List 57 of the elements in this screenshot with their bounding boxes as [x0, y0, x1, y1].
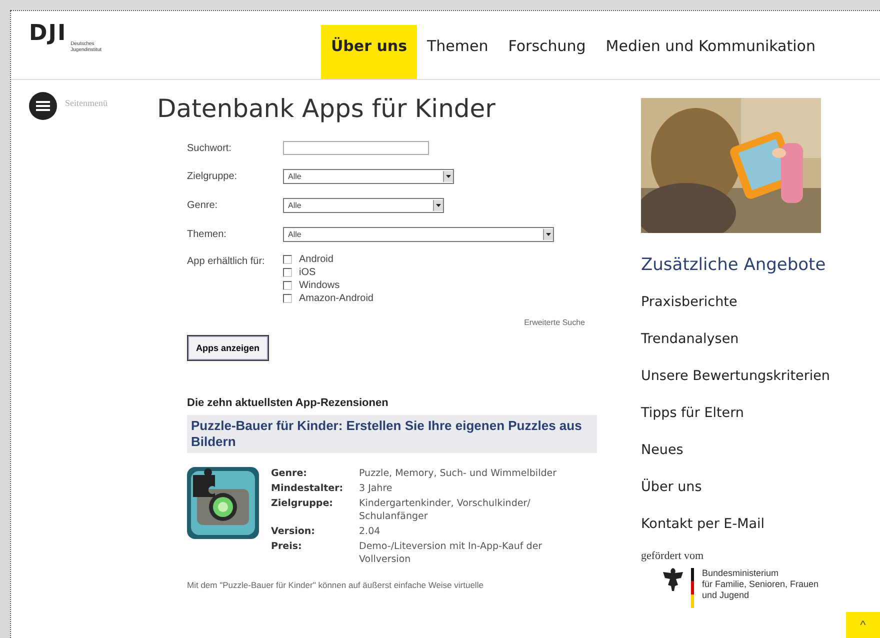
dropdown-arrow-icon	[436, 204, 441, 207]
meta-value: 3 Jahre	[359, 482, 394, 495]
search-field[interactable]	[283, 141, 429, 155]
meta-value: 2.04	[359, 525, 382, 538]
sidebar-heading: Zusätzliche Angebote	[641, 255, 827, 275]
advanced-search-link[interactable]: Erweiterte Suche	[524, 318, 585, 327]
checkbox[interactable]	[283, 294, 292, 303]
meta-value: Demo-/Liteversion mit In-App-Kauf der Vollversion	[359, 540, 544, 566]
meta-label: Preis:	[271, 540, 303, 554]
checkbox[interactable]	[283, 281, 292, 290]
checkbox-label: iOS	[299, 267, 316, 278]
back-to-top-button[interactable]: ^	[846, 612, 880, 638]
meta-value: Kindergartenkinder, Vorschulkinder/ Schulanfänger	[359, 497, 532, 523]
nav-link[interactable]: Themen	[417, 25, 498, 79]
camera-icon	[187, 467, 259, 539]
dropdown-arrow-icon	[446, 175, 451, 178]
checkbox[interactable]	[283, 255, 292, 264]
nav-link[interactable]: Über uns	[321, 25, 417, 79]
field-label: App erhältlich für:	[187, 256, 266, 267]
sidebar-link[interactable]: Praxisberichte	[641, 292, 830, 312]
sidebar-link[interactable]: Kontakt per E-Mail	[641, 514, 830, 534]
funding-label: gefördert vom	[641, 550, 705, 562]
meta-label: Version:	[271, 525, 316, 538]
dropdown-arrow-icon	[546, 233, 551, 236]
meta-label: Mindestalter:	[271, 482, 344, 495]
select-field[interactable]: Alle	[283, 227, 554, 242]
meta-label: Zielgruppe:	[271, 497, 334, 511]
field-label: Zielgruppe:	[187, 171, 238, 182]
meta-value: Puzzle, Memory, Such- und Wimmelbilder	[359, 467, 558, 480]
checkbox-label: Amazon-Android	[299, 293, 374, 304]
menu-icon	[36, 101, 50, 111]
nav-link[interactable]: Forschung	[498, 25, 596, 79]
review-excerpt: Mit dem "Puzzle-Bauer für Kinder" können auf äußerst einfache Weise virtuelle	[187, 580, 484, 590]
select-field[interactable]: Alle	[283, 169, 454, 184]
menu-button[interactable]	[29, 92, 57, 120]
logo-mark[interactable]: DJI	[29, 23, 67, 45]
sidebar-link[interactable]: Tipps für Eltern	[641, 403, 830, 423]
flag-stripe	[691, 568, 694, 608]
nav-link[interactable]: Medien und Kommunikation	[596, 25, 826, 79]
checkbox-label: Windows	[299, 280, 340, 291]
select-field[interactable]: Alle	[283, 198, 444, 213]
page-title: Datenbank Apps für Kinder	[157, 94, 496, 123]
field-label: Themen:	[187, 229, 228, 240]
checkbox[interactable]	[283, 268, 292, 277]
review-title[interactable]: Puzzle-Bauer für Kinder: Erstellen Sie Ihre eigenen Puzzles aus Bildern	[187, 415, 597, 453]
eagle-icon	[661, 568, 683, 592]
ministry-name: Bundesministerium für Familie, Senioren, Frauen und Jugend	[702, 568, 819, 601]
sidebar-link[interactable]: Trendanalysen	[641, 329, 830, 349]
section-heading: Die zehn aktuellsten App-Rezensionen	[187, 397, 390, 409]
meta-label: Genre:	[271, 467, 308, 480]
checkbox-label: Android	[299, 254, 334, 265]
sidebar-link[interactable]: Über uns	[641, 477, 830, 497]
field-label: Genre:	[187, 200, 219, 211]
sidebar-link[interactable]: Unsere Bewertungskriterien	[641, 366, 830, 386]
sidebar-link[interactable]: Neues	[641, 440, 830, 460]
submit-button[interactable]: Apps anzeigen	[187, 335, 269, 361]
field-label: Suchwort:	[187, 142, 232, 154]
